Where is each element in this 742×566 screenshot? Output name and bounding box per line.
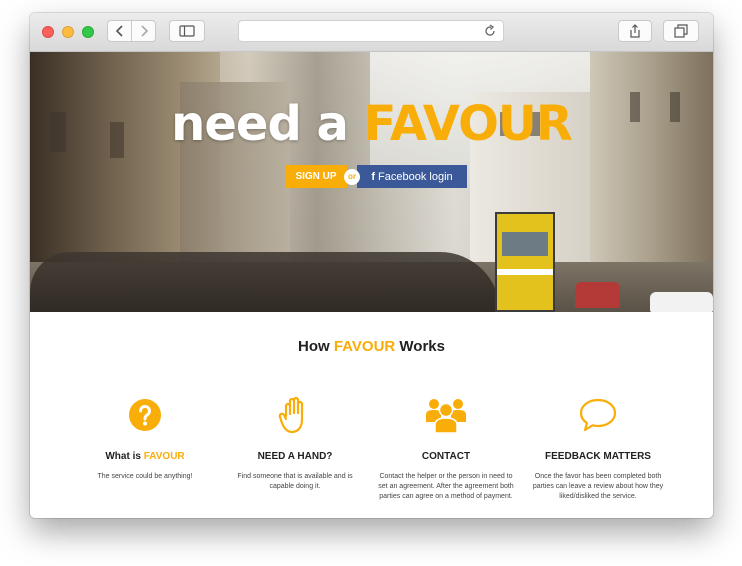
sidebar-button[interactable] <box>169 20 205 42</box>
section-title-brand: FAVOUR <box>333 338 396 355</box>
forward-button[interactable] <box>131 20 156 42</box>
hero-cta-group: SIGN UP or f Facebook login <box>285 165 467 188</box>
feature-need-a-hand: NEED A HAND? Find someone that is availa… <box>225 395 365 492</box>
feature-title: What is FAVOUR <box>75 451 215 462</box>
share-icon <box>630 24 640 38</box>
feature-title-prefix: What is <box>105 451 141 462</box>
back-button[interactable] <box>107 20 132 42</box>
hero-title: need a FAVOUR <box>30 96 713 152</box>
reload-icon[interactable] <box>483 24 497 38</box>
section-title-prefix: How <box>298 338 330 355</box>
speech-bubble-icon <box>579 398 617 432</box>
sign-up-button[interactable]: SIGN UP <box>285 165 347 188</box>
address-bar[interactable] <box>238 20 504 42</box>
hero-banner: need a FAVOUR SIGN UP or f Facebook logi… <box>30 52 713 312</box>
section-title-suffix: Works <box>399 338 445 355</box>
section-title: How FAVOUR Works <box>30 338 713 355</box>
feature-contact: CONTACT Contact the helper or the person… <box>376 395 516 502</box>
tabs-button[interactable] <box>663 20 699 42</box>
facebook-login-label: Facebook login <box>378 170 453 183</box>
facebook-icon: f <box>371 170 376 183</box>
share-button[interactable] <box>618 20 652 42</box>
back-arrow-icon <box>115 25 123 37</box>
sidebar-icon <box>179 25 195 37</box>
feature-description: Find someone that is available and is ca… <box>237 473 353 490</box>
tabs-icon <box>674 24 688 38</box>
forward-arrow-icon <box>140 25 148 37</box>
hero-title-part1: need a <box>171 96 349 152</box>
feature-title: NEED A HAND? <box>257 451 333 462</box>
or-separator: or <box>344 168 360 185</box>
feature-title-brand: FAVOUR <box>143 451 185 462</box>
close-window-button[interactable] <box>42 26 54 38</box>
facebook-login-button[interactable]: f Facebook login <box>357 165 467 188</box>
browser-toolbar <box>30 13 713 52</box>
question-icon <box>129 399 161 431</box>
hero-photo-car <box>650 292 713 312</box>
hero-photo-car <box>575 282 620 308</box>
feature-description: Contact the helper or the person in need… <box>378 473 514 500</box>
browser-window: need a FAVOUR SIGN UP or f Facebook logi… <box>30 13 713 518</box>
hero-photo-tram <box>495 212 555 312</box>
minimize-window-button[interactable] <box>62 26 74 38</box>
feature-feedback: FEEDBACK MATTERS Once the favor has been… <box>528 395 668 502</box>
feature-description: The service could be anything! <box>97 473 193 480</box>
hand-icon <box>278 396 304 434</box>
feature-title: CONTACT <box>421 451 471 462</box>
feature-title: FEEDBACK MATTERS <box>545 451 651 462</box>
group-icon <box>426 399 466 434</box>
feature-description: Once the favor has been completed both p… <box>532 473 664 500</box>
hero-title-brand: FAVOUR <box>363 96 573 152</box>
feature-what-is: What is FAVOUR The service could be anyt… <box>75 395 215 482</box>
zoom-window-button[interactable] <box>82 26 94 38</box>
hero-photo-crowd <box>30 252 500 312</box>
